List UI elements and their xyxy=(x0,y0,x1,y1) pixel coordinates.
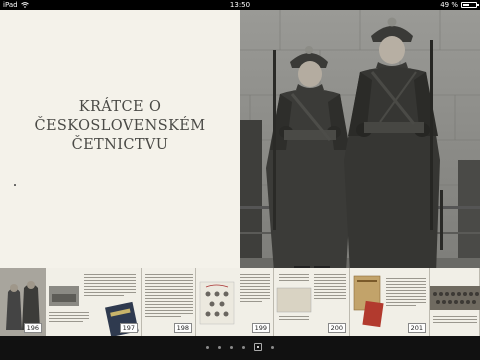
gendarmes-photo-image xyxy=(240,10,480,282)
page-dot[interactable] xyxy=(271,345,274,349)
thumbnail-page-196[interactable]: 196 xyxy=(0,268,46,336)
chapter-title-line-1: KRÁTCE O xyxy=(78,99,162,115)
bottom-bar xyxy=(0,336,480,360)
battery-level xyxy=(463,4,469,6)
thumbnail-page-200[interactable]: 200 xyxy=(274,268,350,336)
chapter-title: KRÁTCE O ČESKOSLOVENSKÉM ČETNICTVU xyxy=(0,98,240,155)
clock: 13:50 xyxy=(229,1,251,9)
thumbnail-next-image xyxy=(430,286,480,323)
thumbnail-page-201[interactable]: 201 xyxy=(350,268,430,336)
thumbnail-page-198[interactable]: 198 xyxy=(142,268,196,336)
battery-percent: 49 % xyxy=(440,1,458,9)
thumbnail-page-199[interactable]: 199 xyxy=(196,268,274,336)
page-dot[interactable] xyxy=(242,345,245,349)
page-dot[interactable] xyxy=(206,345,209,349)
page-number-201: 201 xyxy=(407,323,426,333)
page-number-199: 199 xyxy=(251,323,270,333)
gendarmes-photo xyxy=(240,10,480,282)
battery-icon xyxy=(461,2,479,8)
book-spread[interactable]: KRÁTCE O ČESKOSLOVENSKÉM ČETNICTVU xyxy=(0,10,480,282)
text-marker xyxy=(14,184,16,186)
page-dot[interactable] xyxy=(218,345,221,349)
page-number-197: 197 xyxy=(119,323,138,333)
page-thumbnail-strip[interactable]: 196 197 198 199 200 201 xyxy=(0,268,480,336)
page-number-198: 198 xyxy=(173,323,192,333)
page-number-200: 200 xyxy=(327,323,346,333)
thumbnail-next-page[interactable] xyxy=(430,268,480,336)
page-indicator[interactable] xyxy=(0,343,480,351)
thumbnail-page-197[interactable]: 197 xyxy=(46,268,142,336)
chapter-title-line-2: ČESKOSLOVENSKÉM xyxy=(34,118,206,134)
page-dot[interactable] xyxy=(230,345,233,349)
page-number-196: 196 xyxy=(23,323,42,333)
page-dot-active[interactable] xyxy=(254,343,262,351)
left-page: KRÁTCE O ČESKOSLOVENSKÉM ČETNICTVU xyxy=(0,10,240,282)
chapter-title-line-3: ČETNICTVU xyxy=(71,137,169,153)
status-bar: iPad 13:50 49 % xyxy=(0,0,480,10)
